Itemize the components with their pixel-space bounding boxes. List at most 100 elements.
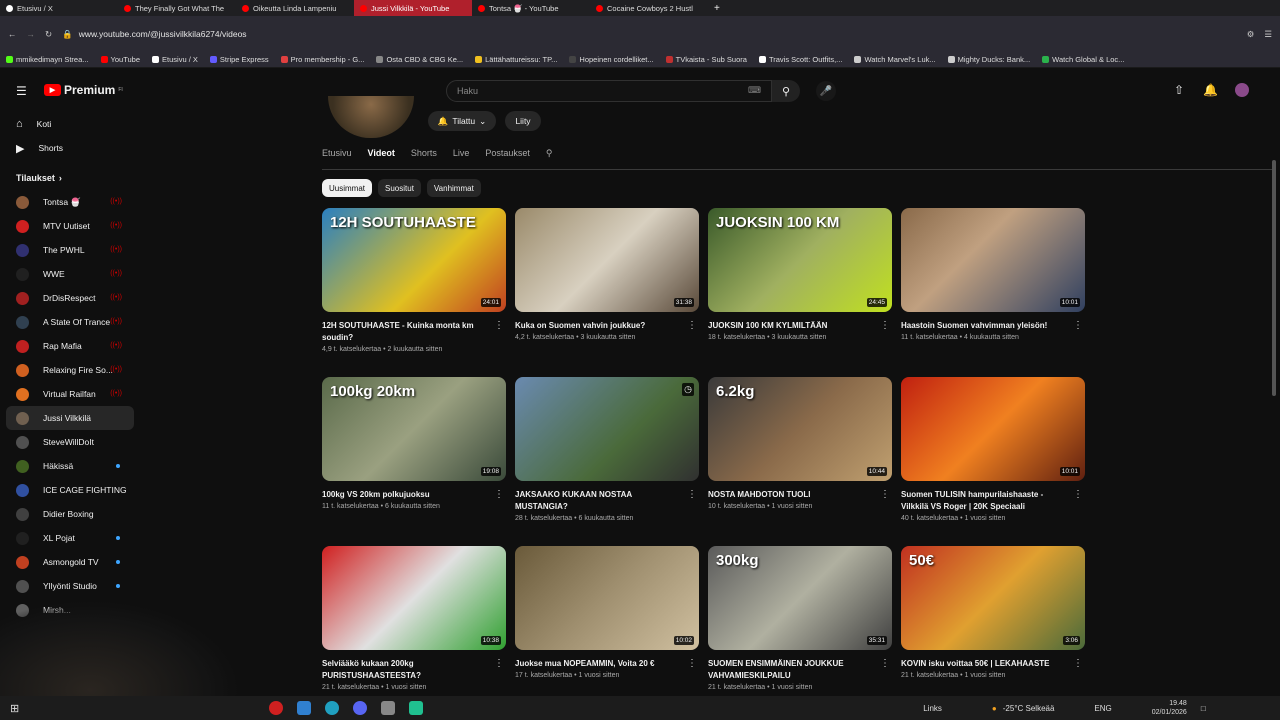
sidebar-item-shorts[interactable]: ▶ Shorts [0,136,150,160]
search-input[interactable]: Haku ⌨ [446,80,772,102]
links-label[interactable]: Links [923,704,942,713]
more-options-icon[interactable]: ⋮ [880,489,890,500]
more-options-icon[interactable]: ⋮ [687,320,697,331]
subscription-item[interactable]: Relaxing Fire So... ((•)) [0,358,150,382]
subscription-item[interactable]: MTV Uutiset ((•)) [0,214,150,238]
subscription-item[interactable]: XL Pojat [0,526,150,550]
subscription-item[interactable]: A State Of Trance ((•)) [0,310,150,334]
more-options-icon[interactable]: ⋮ [687,489,697,500]
video-card[interactable]: 31:38 Kuka on Suomen vahvin joukkue? 4,2 t… [515,208,699,341]
opera-icon[interactable] [269,701,284,715]
video-thumbnail[interactable]: 10:38 [322,546,506,650]
video-title[interactable]: JUOKSIN 100 KM KYLMILTÄÄN [708,320,892,332]
discord-icon[interactable] [353,701,368,715]
language-indicator[interactable]: ENG [1094,704,1111,713]
channel-avatar[interactable] [328,96,414,138]
subscribed-button[interactable]: 🔔 Tilattu ⌄ [428,111,496,131]
search-button[interactable]: ⚲ [772,80,800,102]
bookmark-item[interactable]: Stripe Express [209,55,269,64]
video-title[interactable]: Suomen TULISIN hampurilaishaaste - Vilkk… [901,489,1085,513]
bookmark-item[interactable]: mmikedimayn Strea... [6,55,89,64]
video-title[interactable]: KOVIN isku voittaa 50€ | LEKAHAASTE [901,658,1085,670]
tab-videot[interactable]: Videot [368,148,395,159]
video-title[interactable]: NOSTA MAHDOTON TUOLI [708,489,892,501]
more-options-icon[interactable]: ⋮ [494,489,504,500]
video-card[interactable]: 12H SOUTUHAASTE 24:01 12H SOUTUHAASTE - Ku… [322,208,506,353]
clock[interactable]: 19.48 02/01/2026 [1152,699,1187,717]
video-title[interactable]: Haastoin Suomen vahvimman yleisön! [901,320,1085,332]
video-title[interactable]: 100kg VS 20km polkujuoksu [322,489,506,501]
video-card[interactable]: ◷ JAKSAAKO KUKAAN NOSTAA MUSTANGIA? 28 t. … [515,377,699,522]
video-thumbnail[interactable]: 6.2kg 10:44 [708,377,892,481]
bookmark-item[interactable]: Watch Global & Loc... [1042,55,1124,64]
hamburger-menu-icon[interactable]: ☰ [16,84,27,98]
subscription-item[interactable]: ICE CAGE FIGHTING [0,478,150,502]
bookmark-item[interactable]: YouTube [100,55,140,64]
new-tab-icon[interactable]: + [714,3,720,14]
keyboard-icon[interactable]: ⌨ [748,85,761,96]
edge-icon[interactable] [325,701,340,715]
subscription-item[interactable]: Rap Mafia ((•)) [0,334,150,358]
video-thumbnail[interactable]: JUOKSIN 100 KM 24:45 [708,208,892,312]
bookmark-item[interactable]: Lättähattureissu: TP... [475,55,557,64]
video-card[interactable]: 300kg 35:31 SUOMEN ENSIMMÄINEN JOUKKUE VAH… [708,546,892,691]
sort-chip[interactable]: Uusimmat [322,179,373,197]
video-title[interactable]: JAKSAAKO KUKAAN NOSTAA MUSTANGIA? [515,489,699,513]
store-icon[interactable] [409,701,424,715]
bookmark-item[interactable]: Pro membership - G... [280,55,364,64]
windows-start-icon[interactable]: ⊞ [10,702,19,715]
video-card[interactable]: 10:38 Selviääkö kukaan 200kg PURISTUSHAAS… [322,546,506,691]
video-title[interactable]: Kuka on Suomen vahvin joukkue? [515,320,699,332]
subscription-item[interactable]: The PWHL ((•)) [0,238,150,262]
browser-tab[interactable]: Etusivu / X [0,0,118,16]
video-card[interactable]: 10:01 Suomen TULISIN hampurilaishaaste - … [901,377,1085,522]
video-card[interactable]: 6.2kg 10:44 NOSTA MAHDOTON TUOLI 10 t. kats… [708,377,892,510]
subscription-item[interactable]: Häkissä [0,454,150,478]
youtube-premium-logo[interactable]: ▶ Premium FI [44,83,123,97]
bookmark-item[interactable]: Osta CBD & CBG Ke... [376,55,463,64]
back-icon[interactable]: ← [8,29,17,39]
browser-tab[interactable]: They Finally Got What The [118,0,236,16]
video-thumbnail[interactable]: ◷ [515,377,699,481]
paint-icon[interactable] [297,701,312,715]
sort-chip[interactable]: Vanhimmat [426,179,481,197]
subscription-item[interactable]: WWE ((•)) [0,262,150,286]
more-options-icon[interactable]: ⋮ [1073,489,1083,500]
app-icon[interactable] [381,701,396,715]
menu-icon[interactable]: ☰ [1264,29,1272,40]
more-options-icon[interactable]: ⋮ [687,658,697,669]
video-thumbnail[interactable]: 300kg 35:31 [708,546,892,650]
bookmark-item[interactable]: Travis Scott: Outfits,... [758,55,842,64]
video-thumbnail[interactable]: 50€ 3:06 [901,546,1085,650]
video-card[interactable]: 100kg 20km 19:08 100kg VS 20km polkujuoksu… [322,377,506,510]
subscriptions-header[interactable]: Tilaukset › [0,166,150,190]
video-title[interactable]: SUOMEN ENSIMMÄINEN JOUKKUE VAHVAMIESKILP… [708,658,892,682]
subscription-item[interactable]: Virtual Railfan ((•)) [0,382,150,406]
more-options-icon[interactable]: ⋮ [494,320,504,331]
bookmark-item[interactable]: Etusivu / X [152,55,198,64]
browser-tab[interactable]: Oikeutta Linda Lampeniu [236,0,354,16]
more-options-icon[interactable]: ⋮ [880,658,890,669]
subscription-item[interactable]: Didier Boxing [0,502,150,526]
video-title[interactable]: 12H SOUTUHAASTE - Kuinka monta km soudin… [322,320,506,344]
upload-icon[interactable]: ⇧ [1174,83,1184,97]
join-button[interactable]: Liity [505,111,541,131]
more-options-icon[interactable]: ⋮ [1073,320,1083,331]
sidebar-item-koti[interactable]: ⌂ Koti [0,112,150,136]
video-card[interactable]: 10:01 Haastoin Suomen vahvimman yleisön! 1… [901,208,1085,341]
video-thumbnail[interactable]: 10:01 [901,208,1085,312]
notification-center-icon[interactable]: □ [1201,704,1206,713]
extensions-icon[interactable]: ⚙ [1247,29,1255,40]
video-title[interactable]: Juokse mua NOPEAMMIN, Voita 20 € [515,658,699,670]
weather-text[interactable]: -25°C Selkeää [1003,704,1055,713]
browser-tab[interactable]: Jussi Vilkkilä - YouTube [354,0,472,16]
bookmark-item[interactable]: Mighty Ducks: Bank... [947,55,1030,64]
notifications-bell-icon[interactable]: 🔔 [1203,83,1218,97]
subscription-item[interactable]: Asmongold TV [0,550,150,574]
video-thumbnail[interactable]: 12H SOUTUHAASTE 24:01 [322,208,506,312]
bookmark-item[interactable]: Watch Marvel's Luk... [854,55,936,64]
channel-search-icon[interactable]: ⚲ [546,148,553,159]
video-card[interactable]: JUOKSIN 100 KM 24:45 JUOKSIN 100 KM KYLMIL… [708,208,892,341]
voice-search-button[interactable]: 🎤 [816,81,836,101]
browser-tab[interactable]: Tontsa 🍧 - YouTube [472,0,590,16]
